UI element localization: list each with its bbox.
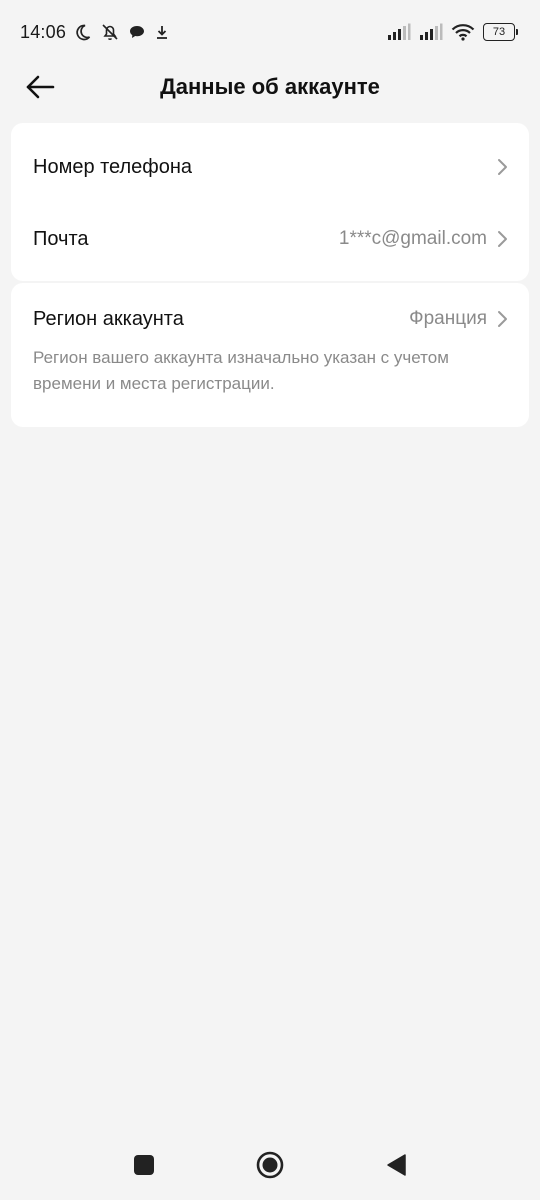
triangle-back-icon: [385, 1153, 407, 1182]
bell-off-icon: [100, 22, 120, 42]
signal-icon-2: [419, 23, 443, 41]
region-description: Регион вашего аккаунта изначально указан…: [33, 348, 449, 393]
battery-icon: 73: [483, 23, 518, 41]
status-left: 14:06: [20, 22, 170, 43]
moon-icon: [74, 23, 92, 41]
email-label: Почта: [33, 227, 89, 250]
phone-number-row[interactable]: Номер телефона: [11, 145, 529, 189]
status-time: 14:06: [20, 21, 67, 42]
header: Данные об аккаунте: [0, 64, 540, 114]
recents-button[interactable]: [129, 1152, 159, 1182]
home-circle-icon: [256, 1151, 284, 1184]
region-card: Регион аккаунта Франция Регион вашего ак…: [11, 283, 529, 427]
home-button[interactable]: [255, 1151, 285, 1184]
chevron-right-icon: [495, 310, 509, 328]
chat-bubble-icon: [128, 23, 146, 41]
account-info-card: Номер телефона Почта 1***c@gmail.com: [11, 123, 529, 281]
status-bar: 14:06 73: [0, 0, 540, 64]
signal-icon: [387, 23, 411, 41]
download-icon: [154, 23, 170, 41]
email-row[interactable]: Почта 1***c@gmail.com: [11, 217, 529, 261]
account-region-label: Регион аккаунта: [33, 307, 184, 330]
back-nav-button[interactable]: [381, 1152, 411, 1182]
chevron-right-icon: [495, 230, 509, 248]
email-value: 1***c@gmail.com: [338, 228, 487, 249]
account-region-row[interactable]: Регион аккаунта Франция: [11, 297, 529, 341]
battery-level: 73: [483, 23, 515, 41]
chevron-right-icon: [495, 158, 509, 176]
page-title: Данные об аккаунте: [160, 74, 380, 99]
status-right: 73: [387, 23, 518, 41]
account-region-value: Франция: [409, 308, 487, 329]
phone-number-label: Номер телефона: [33, 155, 193, 178]
square-icon: [133, 1154, 155, 1181]
wifi-icon: [451, 23, 475, 41]
system-nav-bar: [0, 1130, 540, 1200]
